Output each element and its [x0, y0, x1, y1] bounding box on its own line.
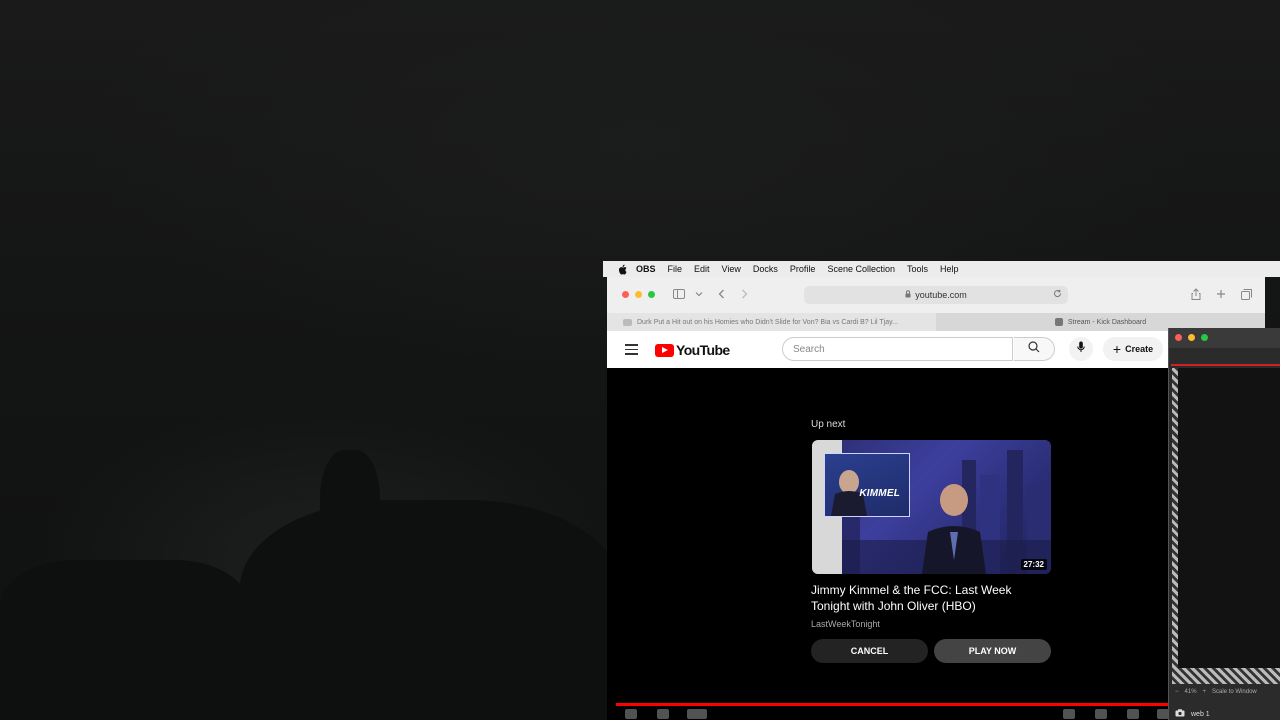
lock-icon: [905, 290, 911, 300]
new-tab-icon[interactable]: [1213, 286, 1229, 302]
obs-close-button[interactable]: [1175, 334, 1182, 341]
up-next-title[interactable]: Jimmy Kimmel & the FCC: Last Week Tonigh…: [811, 582, 1049, 614]
youtube-logo[interactable]: YouTube: [655, 342, 730, 358]
obs-preview-hatch: [1172, 368, 1178, 684]
background-silhouette: [0, 560, 250, 720]
kick-favicon-icon: [1054, 318, 1063, 326]
forward-icon[interactable]: [736, 286, 752, 302]
zoom-level: 41%: [1184, 689, 1197, 695]
chevron-down-icon[interactable]: [691, 286, 707, 302]
next-icon[interactable]: [657, 709, 669, 719]
menu-icon[interactable]: [625, 344, 638, 355]
menu-profile[interactable]: Profile: [790, 264, 816, 274]
background-silhouette: [240, 500, 620, 720]
zoom-in-icon[interactable]: +: [1203, 689, 1207, 695]
miniplayer-icon[interactable]: [1063, 709, 1075, 719]
zoom-window-button[interactable]: [648, 291, 655, 298]
obs-zoom-controls: − 41% + Scale to Window: [1169, 686, 1280, 698]
up-next-thumbnail[interactable]: KIMMEL 27:32: [812, 440, 1051, 574]
obs-preview-border: [1171, 364, 1280, 366]
address-bar[interactable]: youtube.com: [804, 286, 1068, 304]
scale-to-window-label[interactable]: Scale to Window: [1212, 689, 1257, 695]
tab-bar: Durk Put a Hit out on his Homies who Did…: [607, 313, 1265, 331]
up-next-channel[interactable]: LastWeekTonight: [811, 619, 880, 629]
plus-icon: +: [1112, 341, 1122, 357]
tab-overview-icon[interactable]: [1238, 286, 1254, 302]
create-label: Create: [1125, 344, 1154, 354]
back-icon[interactable]: [713, 286, 729, 302]
search-button[interactable]: [1014, 337, 1055, 361]
youtube-logo-text: YouTube: [676, 342, 730, 358]
source-name: web 1: [1191, 710, 1210, 718]
inset-graphic: [831, 470, 867, 516]
voice-search-button[interactable]: [1069, 337, 1093, 361]
subtitles-icon[interactable]: [1095, 709, 1107, 719]
tab-label: Durk Put a Hit out on his Homies who Did…: [637, 318, 898, 326]
youtube-play-icon: [655, 343, 674, 357]
tab-label: Stream - Kick Dashboard: [1067, 318, 1147, 326]
play-now-button[interactable]: PLAY NOW: [934, 639, 1051, 663]
obs-source-row[interactable]: web 1: [1169, 708, 1280, 720]
share-icon[interactable]: [1188, 286, 1204, 302]
obs-zoom-button[interactable]: [1201, 334, 1208, 341]
menu-docks[interactable]: Docks: [753, 264, 778, 274]
thumbnail-inset: KIMMEL: [824, 453, 910, 517]
menu-scene-collection[interactable]: Scene Collection: [827, 264, 895, 274]
search-box: [782, 337, 1013, 361]
settings-icon[interactable]: [1127, 709, 1139, 719]
menu-view[interactable]: View: [722, 264, 741, 274]
search-icon: [1028, 340, 1040, 358]
url-text: youtube.com: [915, 290, 967, 300]
mac-menubar: OBS File Edit View Docks Profile Scene C…: [603, 261, 1280, 277]
youtube-favicon-icon: [623, 318, 632, 326]
create-button[interactable]: + Create: [1103, 337, 1163, 361]
menu-edit[interactable]: Edit: [694, 264, 710, 274]
search-input[interactable]: [783, 338, 1003, 360]
player-controls: [607, 709, 1265, 720]
menu-tools[interactable]: Tools: [907, 264, 928, 274]
close-window-button[interactable]: [622, 291, 629, 298]
thumbnail-text: KIMMEL: [859, 488, 900, 499]
zoom-out-icon[interactable]: −: [1175, 689, 1179, 695]
menu-app-name[interactable]: OBS: [636, 264, 656, 274]
obs-preview[interactable]: [1172, 368, 1280, 684]
tab-youtube-video[interactable]: Durk Put a Hit out on his Homies who Did…: [623, 313, 936, 331]
browser-window: youtube.com Durk Put a Hit out on his Ho…: [607, 277, 1265, 720]
minimize-window-button[interactable]: [635, 291, 642, 298]
menu-file[interactable]: File: [668, 264, 683, 274]
apple-icon[interactable]: [616, 263, 628, 275]
obs-minimize-button[interactable]: [1188, 334, 1195, 341]
microphone-icon: [1077, 340, 1085, 358]
menu-help[interactable]: Help: [940, 264, 959, 274]
reload-icon[interactable]: [1053, 289, 1062, 301]
volume-icon[interactable]: [687, 709, 707, 719]
youtube-header: YouTube + Create: [607, 331, 1265, 368]
obs-window: − 41% + Scale to Window web 1: [1168, 328, 1280, 720]
background-silhouette: [320, 450, 380, 570]
replay-icon[interactable]: [625, 709, 637, 719]
obs-preview-hatch: [1172, 668, 1280, 684]
progress-bar[interactable]: [616, 703, 1168, 706]
sidebar-toggle-icon[interactable]: [671, 286, 687, 302]
video-duration: 27:32: [1020, 559, 1047, 570]
up-next-label: Up next: [811, 419, 846, 430]
video-player[interactable]: Up next KIMMEL 27:32 Jimmy Kimmel & the …: [607, 368, 1265, 720]
obs-titlebar: [1169, 328, 1280, 348]
camera-icon: [1175, 709, 1185, 719]
browser-toolbar: youtube.com: [607, 277, 1265, 313]
cancel-button[interactable]: CANCEL: [811, 639, 928, 663]
